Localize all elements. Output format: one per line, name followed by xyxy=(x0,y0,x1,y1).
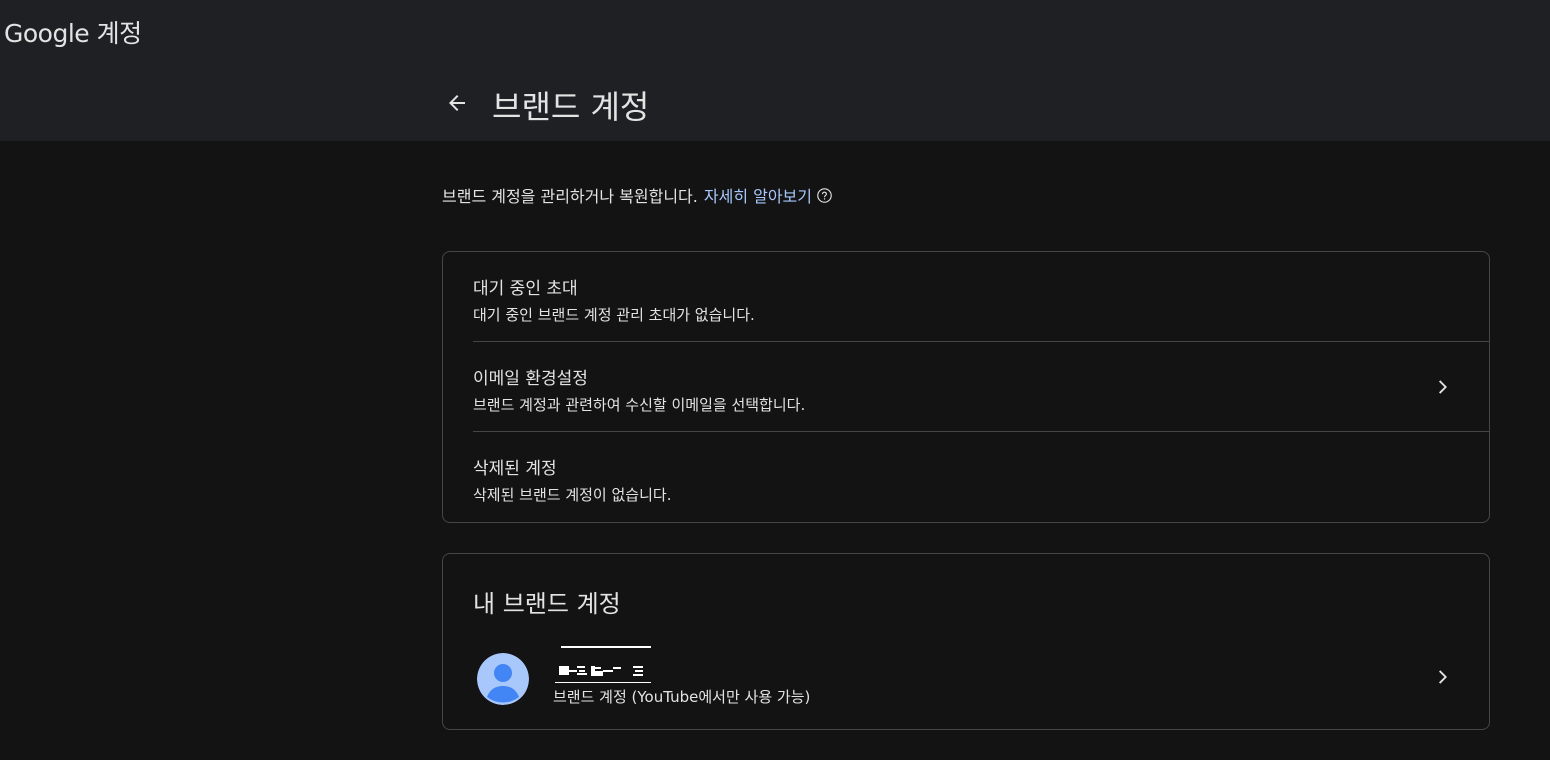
help-circle-icon[interactable] xyxy=(816,187,833,204)
row-subtitle: 대기 중인 브랜드 계정 관리 초대가 없습니다. xyxy=(473,306,755,324)
intro-text: 브랜드 계정을 관리하거나 복원합니다. 자세히 알아보기 xyxy=(442,183,833,207)
my-brand-accounts-card: 내 브랜드 계정 브랜드 계정 (YouTube에서만 사용 가능) xyxy=(442,553,1490,730)
page-title: 브랜드 계정 xyxy=(492,88,650,126)
redacted-account-name xyxy=(555,646,651,683)
row-title: 대기 중인 초대 xyxy=(473,279,578,299)
chevron-right-icon xyxy=(1431,665,1455,689)
learn-more-link[interactable]: 자세히 알아보기 xyxy=(704,183,812,207)
brand-account-settings-card: 대기 중인 초대 대기 중인 브랜드 계정 관리 초대가 없습니다. 이메일 환… xyxy=(442,251,1490,523)
intro-description: 브랜드 계정을 관리하거나 복원합니다. xyxy=(442,187,698,206)
google-account-logo[interactable]: Google 계정 xyxy=(4,14,142,50)
account-subtitle: 브랜드 계정 (YouTube에서만 사용 가능) xyxy=(553,688,811,706)
row-title: 삭제된 계정 xyxy=(473,459,557,479)
pending-invitations-row: 대기 중인 초대 대기 중인 브랜드 계정 관리 초대가 없습니다. xyxy=(443,252,1489,342)
row-subtitle: 브랜드 계정과 관련하여 수신할 이메일을 선택합니다. xyxy=(473,396,806,414)
person-avatar-icon xyxy=(477,653,529,705)
arrow-back-icon xyxy=(449,95,465,111)
section-title: 내 브랜드 계정 xyxy=(473,590,621,618)
email-preferences-row[interactable]: 이메일 환경설정 브랜드 계정과 관련하여 수신할 이메일을 선택합니다. xyxy=(443,342,1489,432)
deleted-accounts-row: 삭제된 계정 삭제된 브랜드 계정이 없습니다. xyxy=(443,432,1489,522)
chevron-right-icon xyxy=(1431,375,1455,399)
top-app-bar: Google 계정 브랜드 계정 xyxy=(0,0,1550,141)
back-button[interactable] xyxy=(440,86,474,120)
row-subtitle: 삭제된 브랜드 계정이 없습니다. xyxy=(473,486,672,504)
row-title: 이메일 환경설정 xyxy=(473,369,588,389)
brand-account-item[interactable]: 브랜드 계정 (YouTube에서만 사용 가능) xyxy=(443,634,1489,724)
